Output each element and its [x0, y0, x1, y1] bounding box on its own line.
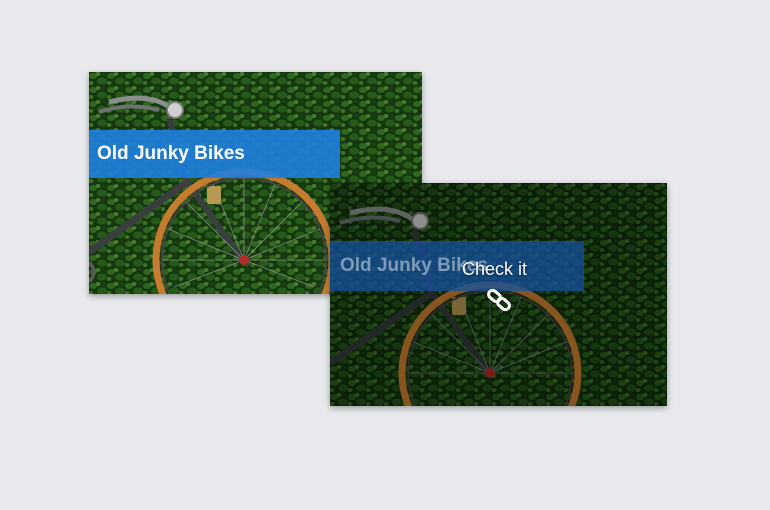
card-title: Old Junky Bikes: [89, 130, 340, 178]
card-title: Old Junky Bikes: [330, 241, 584, 291]
bike-card-hover[interactable]: Old Junky Bikes Check it: [330, 183, 667, 406]
link-icon[interactable]: [485, 286, 515, 316]
check-it-link[interactable]: Check it: [462, 259, 527, 280]
